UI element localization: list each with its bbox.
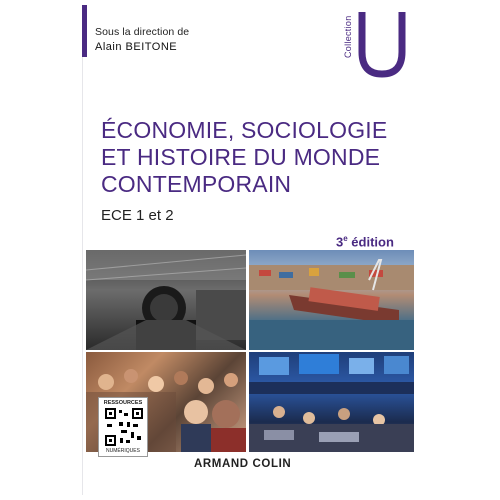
title-line: ÉCONOMIE, SOCIOLOGIE	[101, 117, 388, 143]
qr-top-label: RESSOURCES	[103, 400, 143, 406]
title-line: ET HISTOIRE DU MONDE	[101, 144, 381, 170]
qr-code-box[interactable]: RESSOURCES NUMÉRIQUES	[98, 397, 148, 457]
container-port-photo	[249, 250, 414, 350]
direction-label: Sous la direction de	[95, 26, 190, 38]
title-line: CONTEMPORAIN	[101, 171, 292, 197]
book-subtitle: ECE 1 et 2	[101, 207, 174, 224]
book-title: ÉCONOMIE, SOCIOLOGIE ET HISTOIRE DU MOND…	[101, 117, 401, 198]
edition-label: 3e édition	[336, 234, 394, 249]
accent-bar	[82, 5, 87, 57]
qr-bottom-label: NUMÉRIQUES	[106, 448, 140, 454]
author-name: Alain BEITONE	[95, 41, 178, 53]
collection-u-logo	[358, 12, 406, 78]
steam-locomotive-photo	[86, 250, 246, 350]
qr-code-icon[interactable]	[105, 408, 143, 446]
trading-floor-photo	[249, 352, 414, 452]
edition-word: édition	[347, 234, 394, 250]
publisher-name: ARMAND COLIN	[194, 458, 292, 470]
collection-label: Collection	[343, 15, 353, 58]
